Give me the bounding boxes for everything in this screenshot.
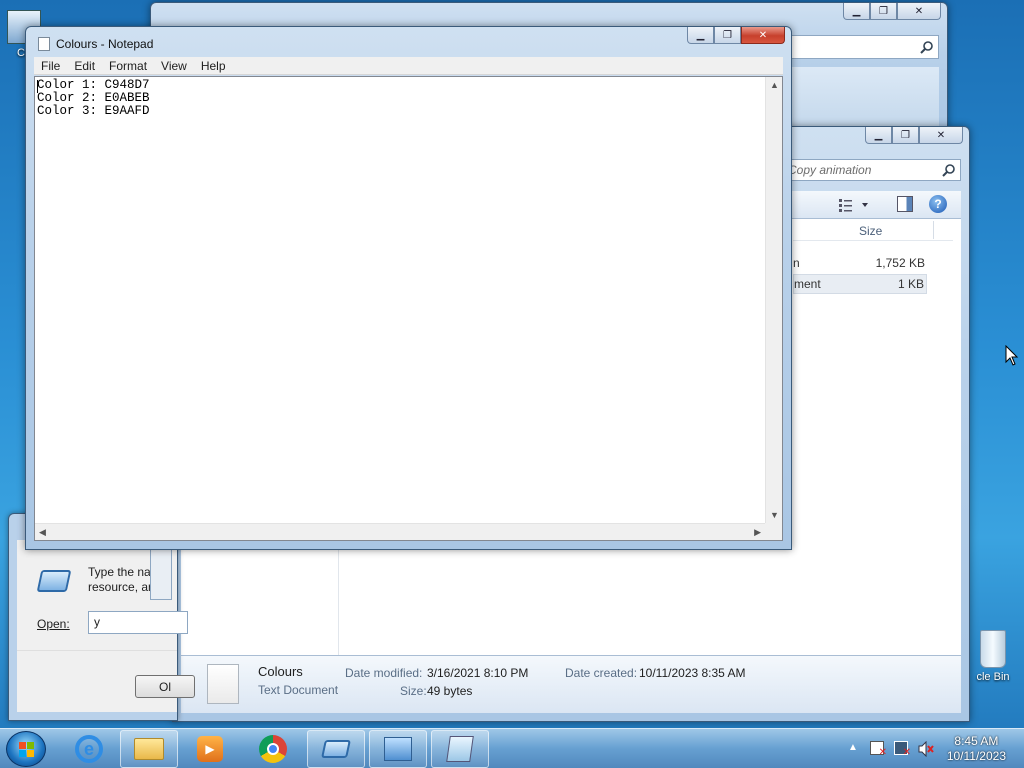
column-divider xyxy=(933,221,934,239)
windows-logo-icon xyxy=(19,742,34,757)
scroll-left-icon[interactable]: ◀ xyxy=(39,527,46,538)
menu-format[interactable]: Format xyxy=(102,57,154,74)
start-button[interactable] xyxy=(6,731,46,767)
taskbar-control-panel[interactable] xyxy=(369,730,427,768)
minimize-button[interactable]: ▁ xyxy=(687,27,714,44)
back-search-input[interactable] xyxy=(789,35,939,59)
scroll-right-icon[interactable]: ▶ xyxy=(754,527,761,538)
clock-date: 10/11/2023 xyxy=(946,749,1006,763)
text-document-icon xyxy=(207,664,239,704)
editor-line: Color 3: E9AAFD xyxy=(37,104,150,118)
control-panel-icon xyxy=(384,737,412,761)
menu-help[interactable]: Help xyxy=(194,57,233,74)
details-pane: Colours Text Document Date modified: 3/1… xyxy=(181,655,961,713)
back-caption-buttons: ▁ ❐ ✕ xyxy=(843,3,941,20)
close-button[interactable]: ✕ xyxy=(919,127,963,144)
ok-button[interactable]: Ol xyxy=(135,675,195,698)
search-placeholder: Copy animation xyxy=(788,163,872,177)
column-size[interactable]: Size xyxy=(859,224,882,238)
system-tray: ▲ ✕ ✕ 8:45 AM 10/11/2023 xyxy=(834,729,1024,768)
taskbar-explorer[interactable] xyxy=(120,730,178,768)
ok-button-label: Ol xyxy=(159,680,171,694)
network-icon[interactable]: ✕ xyxy=(894,741,911,758)
vertical-scrollbar[interactable]: ▲ ▼ xyxy=(765,77,782,523)
file-row[interactable]: n 1,752 KB xyxy=(793,253,927,273)
open-label: Open: xyxy=(37,617,70,631)
maximize-button[interactable]: ❐ xyxy=(870,3,897,20)
details-file-name: Colours xyxy=(258,664,303,679)
open-input[interactable]: y xyxy=(88,611,188,634)
search-icon xyxy=(920,41,933,54)
internet-explorer-icon: e xyxy=(75,735,103,763)
view-options-icon[interactable] xyxy=(837,197,871,213)
volume-muted-icon[interactable] xyxy=(918,740,934,758)
close-button[interactable]: ✕ xyxy=(741,27,785,44)
taskbar-run[interactable] xyxy=(307,730,365,768)
close-button[interactable]: ✕ xyxy=(897,3,941,20)
action-center-icon[interactable]: ✕ xyxy=(870,741,887,758)
maximize-button[interactable]: ❐ xyxy=(892,127,919,144)
show-hidden-icons-icon[interactable]: ▲ xyxy=(848,742,858,753)
folder-icon xyxy=(134,738,164,760)
taskbar-media-player[interactable]: ▶ xyxy=(181,730,239,768)
taskbar-clock[interactable]: 8:45 AM 10/11/2023 xyxy=(947,734,1006,764)
search-input[interactable]: Copy animation xyxy=(783,159,961,181)
taskbar-ie[interactable]: e xyxy=(60,730,118,768)
file-name: ment xyxy=(794,277,821,291)
run-icon xyxy=(36,570,72,592)
help-icon[interactable]: ? xyxy=(929,195,947,213)
date-created-value: 10/11/2023 8:35 AM xyxy=(639,666,746,680)
notepad-app-icon xyxy=(38,37,50,51)
recycle-bin-label: cle Bin xyxy=(976,671,1010,683)
editor-text: Color 1: C948D7 Color 2: E0ABEB Color 3:… xyxy=(37,79,150,118)
horizontal-scrollbar[interactable]: ◀ ▶ xyxy=(35,523,765,540)
clock-time: 8:45 AM xyxy=(954,734,999,748)
date-modified-label: Date modified: xyxy=(345,666,423,680)
background-window-sliver xyxy=(150,548,172,600)
resize-grip-icon[interactable] xyxy=(765,523,782,540)
search-icon xyxy=(942,164,955,177)
media-player-icon: ▶ xyxy=(197,736,223,762)
editor-line: Color 1: C948D7 xyxy=(37,78,150,92)
open-input-value: y xyxy=(94,615,100,629)
menu-edit[interactable]: Edit xyxy=(67,57,102,74)
taskbar-notepad[interactable] xyxy=(431,730,489,768)
menu-file[interactable]: File xyxy=(34,57,67,74)
scroll-up-icon[interactable]: ▲ xyxy=(770,80,779,90)
minimize-button[interactable]: ▁ xyxy=(865,127,892,144)
run-icon xyxy=(321,740,351,758)
size-value: 49 bytes xyxy=(427,684,473,698)
details-file-type: Text Document xyxy=(258,683,339,697)
file-size: 1,752 KB xyxy=(875,256,925,270)
recycle-bin-desktop-icon[interactable]: cle Bin xyxy=(962,630,1024,683)
size-label: Size: xyxy=(400,684,427,698)
scroll-down-icon[interactable]: ▼ xyxy=(770,510,779,520)
preview-pane-icon[interactable] xyxy=(897,196,913,212)
menu-bar: File Edit Format View Help xyxy=(34,57,783,75)
maximize-button[interactable]: ❐ xyxy=(714,27,741,44)
date-modified-value: 3/16/2021 8:10 PM xyxy=(427,666,529,680)
date-created-label: Date created: xyxy=(565,666,638,680)
taskbar-chrome[interactable] xyxy=(244,730,302,768)
recycle-bin-icon xyxy=(980,630,1006,668)
chrome-icon xyxy=(259,735,287,763)
notepad-icon xyxy=(446,736,474,762)
file-row-selected[interactable]: ment 1 KB xyxy=(793,274,927,294)
notepad-caption-buttons: ▁ ❐ ✕ xyxy=(687,27,785,44)
mouse-cursor-icon xyxy=(1005,345,1019,366)
editor-line: Color 2: E0ABEB xyxy=(37,91,150,105)
taskbar: e ▶ ▲ ✕ ✕ 8:45 AM 10/11/2023 xyxy=(0,728,1024,768)
text-editor[interactable]: Color 1: C948D7 Color 2: E0ABEB Color 3:… xyxy=(34,76,783,541)
menu-view[interactable]: View xyxy=(154,57,194,74)
column-headers: Size xyxy=(793,219,953,241)
notepad-window[interactable]: Colours - Notepad ▁ ❐ ✕ File Edit Format… xyxy=(25,26,792,550)
file-name: n xyxy=(793,256,800,270)
minimize-button[interactable]: ▁ xyxy=(843,3,870,20)
file-size: 1 KB xyxy=(897,277,924,291)
window-title: Colours - Notepad xyxy=(56,37,154,51)
front-caption-buttons: ▁ ❐ ✕ xyxy=(865,127,963,144)
